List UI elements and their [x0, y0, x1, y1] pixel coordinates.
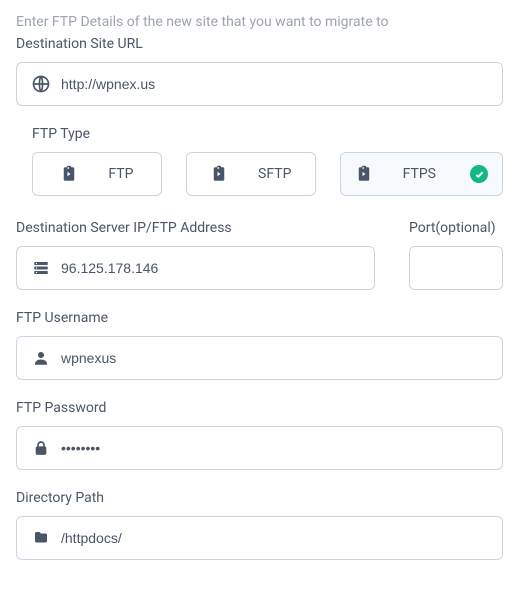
password-section: FTP Password [16, 400, 503, 470]
ftp-type-option-label: SFTP [258, 166, 291, 182]
directory-label: Directory Path [16, 490, 503, 506]
lock-icon [31, 438, 51, 458]
ftp-type-option-ftps[interactable]: FTPS [340, 152, 503, 196]
dest-url-input[interactable] [61, 76, 488, 92]
folder-icon [31, 528, 51, 548]
clipboard-icon [60, 165, 78, 183]
check-icon [470, 165, 488, 183]
server-icon [31, 258, 51, 278]
password-label: FTP Password [16, 400, 503, 416]
dest-url-input-wrap[interactable] [16, 62, 503, 106]
password-input[interactable] [61, 440, 488, 456]
dest-url-label: Destination Site URL [16, 36, 503, 52]
port-label: Port(optional) [409, 220, 503, 236]
port-col: Port(optional) [409, 216, 503, 290]
port-input[interactable] [410, 247, 502, 289]
server-ip-input[interactable] [61, 260, 360, 276]
username-section: FTP Username [16, 310, 503, 380]
ftp-type-option-sftp[interactable]: SFTP [186, 152, 316, 196]
username-input-wrap[interactable] [16, 336, 503, 380]
username-label: FTP Username [16, 310, 503, 326]
directory-input[interactable] [61, 530, 488, 546]
ftp-type-row: FTP SFTP FTPS [32, 152, 503, 196]
globe-icon [31, 74, 51, 94]
server-ip-input-wrap[interactable] [16, 246, 375, 290]
server-ip-label: Destination Server IP/FTP Address [16, 220, 375, 236]
username-input[interactable] [61, 350, 488, 366]
ftp-type-label: FTP Type [32, 126, 503, 142]
clipboard-icon [355, 165, 373, 183]
dest-url-section: Destination Site URL [16, 36, 503, 106]
port-input-wrap[interactable] [409, 246, 503, 290]
directory-input-wrap[interactable] [16, 516, 503, 560]
password-input-wrap[interactable] [16, 426, 503, 470]
ftp-type-section: FTP Type FTP SFTP FTPS [16, 126, 503, 196]
ftp-type-option-label: FTP [108, 166, 133, 182]
directory-section: Directory Path [16, 490, 503, 560]
instruction-text: Enter FTP Details of the new site that y… [16, 14, 503, 30]
server-ip-col: Destination Server IP/FTP Address [16, 216, 375, 290]
user-icon [31, 348, 51, 368]
ip-port-row: Destination Server IP/FTP Address Port(o… [16, 216, 503, 290]
ftp-type-option-ftp[interactable]: FTP [32, 152, 162, 196]
ftp-type-option-label: FTPS [403, 166, 436, 182]
clipboard-icon [210, 165, 228, 183]
